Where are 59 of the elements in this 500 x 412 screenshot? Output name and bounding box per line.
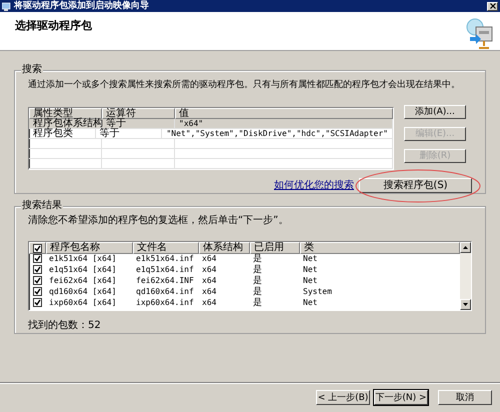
table-cell: "Net","System","DiskDrive","hdc","SCSIAdapter" [162,129,393,138]
column-header[interactable]: 体系结构 [199,242,250,254]
column-header[interactable]: 运算符 [102,108,175,119]
table-cell-text: x64 [201,254,218,264]
table-cell-text: ixp60x64 [x64] [48,298,118,308]
scroll-down-icon[interactable] [463,303,468,306]
table-cell-text: qd160x64.inf [135,287,195,297]
table-cell-text: 是 [252,265,263,275]
checkbox[interactable] [33,265,42,274]
table-cell-text: x64 [201,298,218,308]
table-cell-text: fei62x64 [x64] [48,276,118,286]
table-cell-text: e1q51x64.inf [135,265,195,275]
table-cell-text: Net [302,254,318,264]
table-cell-text: Net [302,298,318,308]
wizard-button[interactable]: 下一步(N) > [374,390,428,405]
group-label: 搜索 [21,64,43,76]
column-header[interactable]: 类 [300,242,460,254]
column-header[interactable]: 值 [175,108,393,119]
table-cell-text: 是 [252,287,263,297]
table-cell-text: e1k51x64.inf [135,254,195,264]
table-cell: 等于 [102,119,175,128]
table-cell-text: x64 [201,265,218,275]
scroll-up-icon[interactable] [463,246,468,249]
checkbox[interactable] [33,254,42,263]
table-cell-text: x64 [201,276,218,286]
window-title: 将驱动程序包添加到启动映像向导 [14,0,149,12]
scrollbar[interactable] [460,242,471,310]
table-cell-text: x64 [201,287,218,297]
table-cell-text: e1k51x64 [x64] [48,254,118,264]
wizard-button[interactable]: 取消 [438,390,492,405]
checkbox[interactable] [33,244,42,252]
table-cell-text: qd160x64 [x64] [48,287,118,297]
table-cell: "x64" [175,119,393,128]
checkbox[interactable] [33,298,42,307]
description-text: 通过添加一个或多个搜索属性来搜索所需的驱动程序包。只有与所有属性都匹配的程序包才会出现在结果中。 [28,79,461,91]
table-cell-text: Net [302,276,318,286]
description-text: 清除您不希望添加的程序包的复选框，然后单击“下一步”。 [28,215,290,227]
page-title: 选择驱动程序包 [15,18,92,34]
table-cell-text: ixp60x64.inf [135,298,195,308]
column-header[interactable]: 属性类型 [29,108,102,119]
close-button[interactable] [487,2,498,10]
action-button[interactable]: 添加(A)... [404,105,466,119]
table-cell-text: Net [302,265,318,275]
checkbox[interactable] [33,276,42,285]
help-link[interactable]: 如何优化您的搜索 [274,178,354,193]
search-button[interactable]: 搜索程序包(S) [359,178,472,193]
table-cell: 程序包类 [29,129,96,138]
checkbox[interactable] [33,287,42,296]
group-label: 搜索结果 [21,200,63,212]
table-cell-text: 是 [252,276,263,286]
table-cell-text: System [302,287,333,297]
wizard-button[interactable]: < 上一步(B) [316,390,370,405]
table-cell-text: 是 [252,298,263,308]
table-cell-text: 是 [252,254,263,264]
table-cell-text: e1q51x64 [x64] [48,265,118,275]
table-cell: 等于 [96,129,162,138]
table-cell: 程序包体系结构 [29,119,102,128]
table-cell-text: fei62x64.INF [135,276,195,286]
result-count: 找到的包数：52 [28,318,102,333]
